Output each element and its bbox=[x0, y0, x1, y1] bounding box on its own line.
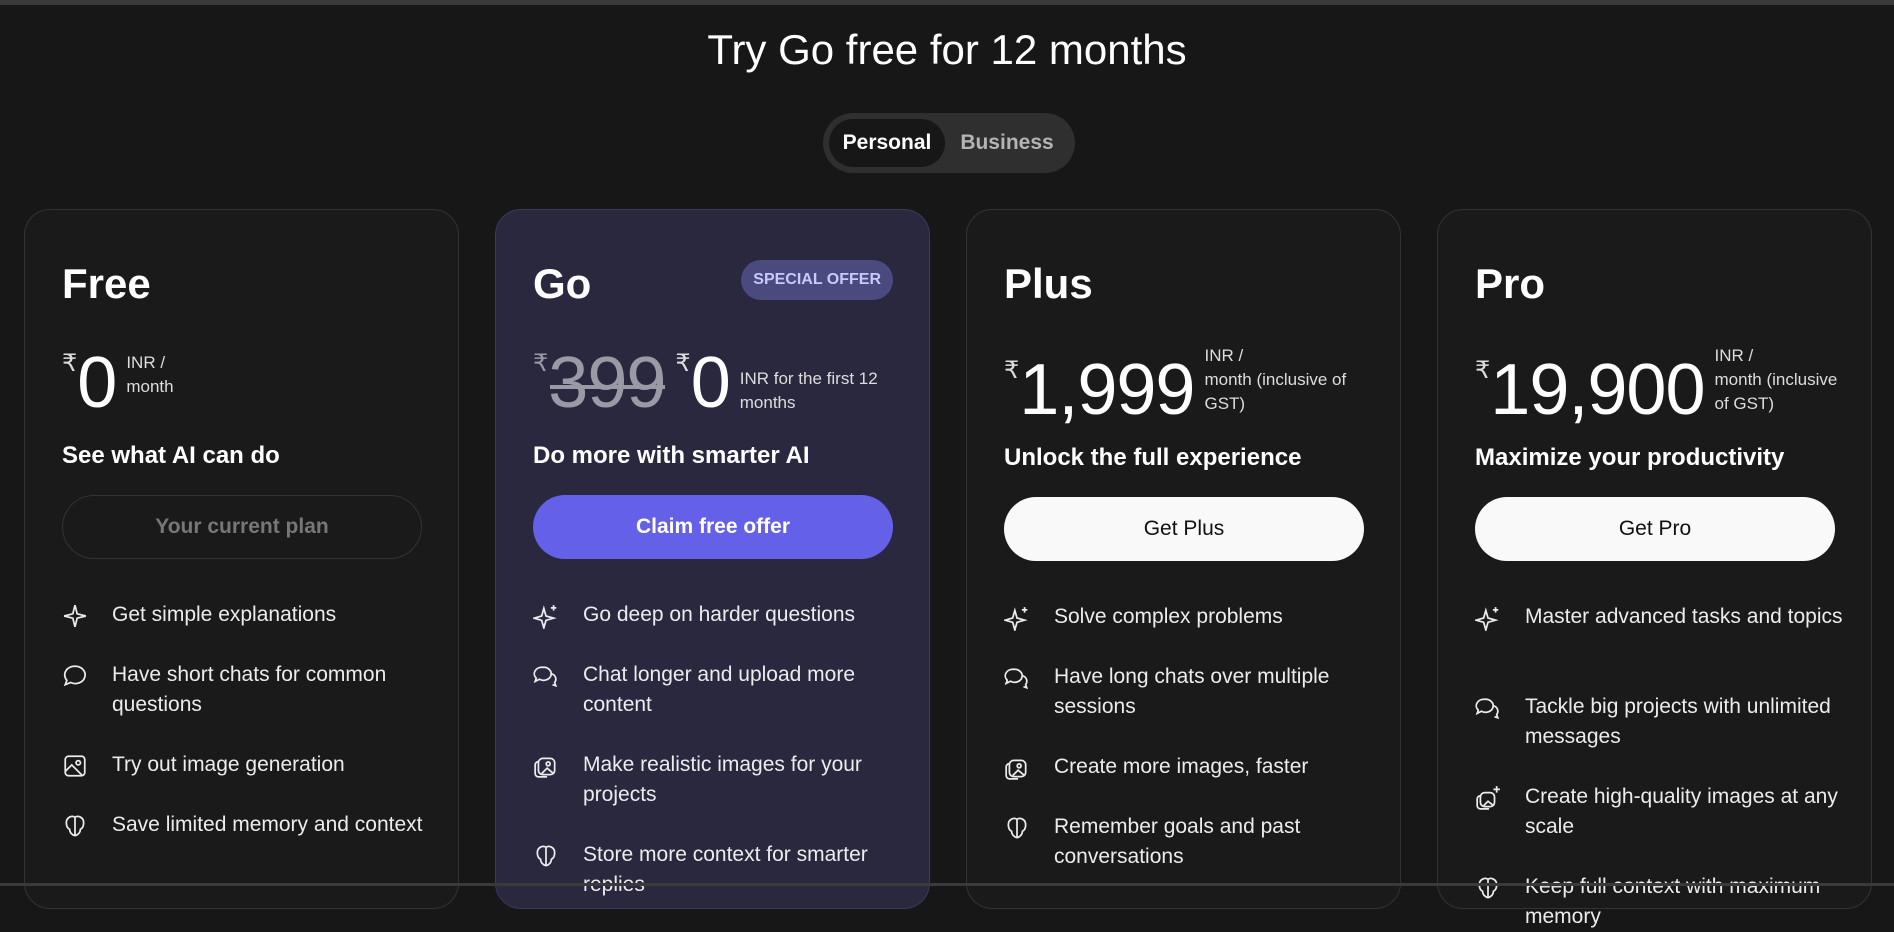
chat-bubbles-icon bbox=[1004, 662, 1054, 722]
feature-item: Solve complex problems bbox=[1001, 602, 1374, 640]
feature-item: Create high-quality images at any scale bbox=[1475, 782, 1845, 842]
feature-item: Chat longer and upload more content bbox=[533, 660, 903, 720]
get-plus-button[interactable]: Get Plus bbox=[1004, 497, 1364, 561]
old-price-amount: 399 bbox=[548, 343, 666, 423]
currency-symbol: ₹ bbox=[675, 350, 691, 377]
feature-text: Save limited memory and context bbox=[112, 813, 423, 836]
sparkle-icon bbox=[62, 600, 112, 638]
price-unit-line: INR for the first 12 bbox=[739, 369, 878, 388]
feature-text: Have short chats for common questions bbox=[112, 663, 387, 716]
price-unit-line: INR / bbox=[126, 353, 166, 372]
feature-text: Solve complex problems bbox=[1054, 605, 1283, 628]
feature-item: Get simple explanations bbox=[62, 600, 432, 638]
feature-item: Store more context for smarter replies bbox=[533, 840, 903, 900]
price-unit: INR / month bbox=[126, 351, 173, 399]
brain-icon bbox=[1475, 872, 1525, 932]
plan-name: Go bbox=[533, 260, 592, 307]
chat-bubbles-icon bbox=[1475, 692, 1525, 752]
feature-text: Keep full context with maximum memory bbox=[1525, 875, 1821, 928]
currency-symbol: ₹ bbox=[1475, 357, 1491, 384]
plan-price: ₹ 0 INR / month bbox=[62, 347, 174, 419]
feature-item: Create more images, faster bbox=[1004, 752, 1374, 790]
feature-text: Make realistic images for your projects bbox=[583, 753, 862, 806]
feature-text: Have long chats over multiple sessions bbox=[1054, 665, 1330, 718]
feature-text: Store more context for smarter replies bbox=[583, 843, 868, 896]
brain-icon bbox=[1004, 812, 1054, 872]
page-title: Try Go free for 12 months bbox=[707, 26, 1187, 73]
chat-bubble-icon bbox=[62, 660, 112, 720]
plan-price: ₹ 19,900 INR / month (inclusive of GST) bbox=[1475, 340, 1837, 426]
brain-icon bbox=[62, 810, 112, 848]
price-unit-line: months bbox=[739, 393, 796, 412]
feature-item: Have long chats over multiple sessions bbox=[1004, 662, 1374, 722]
price-unit: INR / month (inclusive of GST) bbox=[1204, 344, 1346, 416]
feature-text: Chat longer and upload more content bbox=[583, 663, 856, 716]
tab-business[interactable]: Business bbox=[945, 119, 1069, 167]
price-amount: 0 bbox=[77, 343, 117, 423]
feature-text: Get simple explanations bbox=[112, 603, 337, 626]
plan-price: ₹ 399 ₹ 0 INR for the first 12 months bbox=[533, 347, 878, 419]
chat-bubbles-icon bbox=[533, 660, 583, 720]
plan-name: Free bbox=[62, 260, 151, 307]
price-amount: 0 bbox=[690, 343, 731, 423]
plan-card-go: Go SPECIAL OFFER ₹ 399 ₹ 0 INR for the f… bbox=[495, 209, 930, 909]
window-top-border bbox=[0, 0, 1894, 5]
feature-item: Tackle big projects with unlimited messa… bbox=[1475, 692, 1845, 752]
claim-free-offer-button[interactable]: Claim free offer bbox=[533, 495, 893, 559]
plan-type-toggle: Personal Business bbox=[823, 113, 1075, 173]
currency-symbol: ₹ bbox=[62, 350, 78, 377]
price-unit: INR for the first 12 months bbox=[740, 367, 878, 415]
feature-item: Go deep on harder questions bbox=[530, 600, 903, 638]
feature-item: Save limited memory and context bbox=[62, 810, 432, 848]
plan-price: ₹ 1,999 INR / month (inclusive of GST) bbox=[1004, 340, 1346, 426]
feature-item: Make realistic images for your projects bbox=[533, 750, 903, 810]
feature-item: Keep full context with maximum memory bbox=[1475, 872, 1845, 932]
plan-tagline: See what AI can do bbox=[62, 442, 280, 469]
images-icon bbox=[533, 750, 583, 810]
price-unit-line: month bbox=[126, 377, 174, 396]
images-icon bbox=[1004, 752, 1054, 790]
price-unit-line: GST) bbox=[1204, 394, 1246, 413]
price-unit-line: month (inclusive of bbox=[1204, 370, 1347, 389]
plan-card-plus: Plus ₹ 1,999 INR / month (inclusive of G… bbox=[966, 209, 1401, 909]
get-pro-button[interactable]: Get Pro bbox=[1475, 497, 1835, 561]
price-unit-line: month (inclusive bbox=[1714, 370, 1838, 389]
image-icon bbox=[62, 750, 112, 788]
price-amount: 1,999 bbox=[1019, 350, 1195, 430]
feature-item: Master advanced tasks and topics bbox=[1472, 602, 1845, 640]
plan-card-pro: Pro ₹ 19,900 INR / month (inclusive of G… bbox=[1437, 209, 1872, 928]
feature-item: Try out image generation bbox=[62, 750, 432, 788]
plan-name: Pro bbox=[1475, 260, 1546, 307]
currency-symbol: ₹ bbox=[1004, 357, 1020, 384]
price-unit-line: INR / bbox=[1204, 346, 1244, 365]
feature-text: Try out image generation bbox=[112, 753, 345, 776]
price-unit: INR / month (inclusive of GST) bbox=[1715, 344, 1838, 416]
plan-name: Plus bbox=[1004, 260, 1093, 307]
feature-item: Remember goals and past conversations bbox=[1004, 812, 1374, 872]
sparkles-icon bbox=[1472, 602, 1525, 640]
plan-tagline: Maximize your productivity bbox=[1475, 444, 1785, 471]
feature-text: Create more images, faster bbox=[1054, 755, 1309, 778]
special-offer-badge: SPECIAL OFFER bbox=[741, 260, 893, 300]
sparkles-icon bbox=[1001, 602, 1054, 640]
price-unit-line: of GST) bbox=[1714, 394, 1775, 413]
plan-tagline: Do more with smarter AI bbox=[533, 442, 810, 469]
feature-text: Go deep on harder questions bbox=[583, 603, 856, 626]
price-unit-line: INR / bbox=[1714, 346, 1754, 365]
plan-tagline: Unlock the full experience bbox=[1004, 444, 1302, 471]
current-plan-button[interactable]: Your current plan bbox=[62, 495, 422, 559]
feature-text: Create high-quality images at any scale bbox=[1525, 785, 1838, 838]
feature-text: Tackle big projects with unlimited messa… bbox=[1525, 695, 1831, 748]
feature-text: Remember goals and past conversations bbox=[1054, 815, 1301, 868]
currency-symbol: ₹ bbox=[533, 350, 549, 377]
brain-icon bbox=[533, 840, 583, 900]
sparkles-icon bbox=[530, 600, 583, 638]
images-sparkle-icon bbox=[1475, 782, 1525, 842]
feature-item: Have short chats for common questions bbox=[62, 660, 432, 720]
feature-text: Master advanced tasks and topics bbox=[1525, 605, 1843, 628]
plan-card-free: Free ₹ 0 INR / month See what AI can do … bbox=[24, 209, 459, 909]
tab-personal[interactable]: Personal bbox=[829, 119, 945, 167]
price-amount: 19,900 bbox=[1490, 350, 1705, 430]
